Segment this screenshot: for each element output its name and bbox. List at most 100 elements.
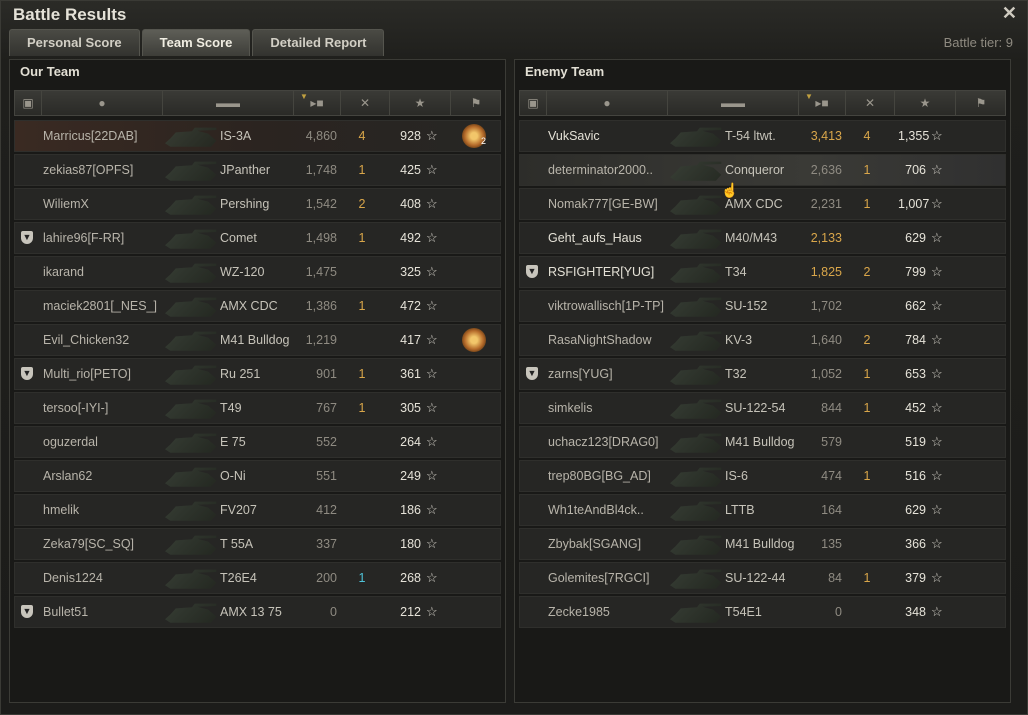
player-row[interactable]: ▼ Multi_rio[PETO] Ru 251 901 1 361 ☆ — [14, 358, 501, 390]
star-icon: ☆ — [931, 502, 943, 517]
tab-detailed-report[interactable]: Detailed Report — [252, 29, 385, 56]
tank-name: AMX 13 75 — [220, 605, 282, 619]
player-row[interactable]: ▼ Bullet51 AMX 13 75 0 212 ☆ — [14, 596, 501, 628]
tank-icon — [670, 161, 722, 181]
damage-value: 1,702 — [810, 299, 842, 313]
platoon-icon: ▼ — [21, 605, 33, 618]
player-row[interactable]: RasaNightShadow KV-3 1,640 2 784 ☆ — [519, 324, 1006, 356]
player-row[interactable]: Zeka79[SC_SQ] T 55A 337 180 ☆ — [14, 528, 501, 560]
damage-value: 474 — [821, 469, 842, 483]
star-icon: ☆ — [931, 298, 943, 313]
star-icon: ☆ — [931, 264, 943, 279]
player-row[interactable]: Geht_aufs_Haus M40/M43 2,133 629 ☆ — [519, 222, 1006, 254]
medal-column-icon[interactable]: ⚑ — [956, 91, 1006, 115]
player-name: viktrowallisch[1P-TP] — [548, 299, 664, 313]
player-row[interactable]: determinator2000.. Conqueror 2,636 1 706 ☆ — [519, 154, 1006, 186]
tank-icon — [165, 263, 217, 283]
player-name: tersoo[-IYI-] — [43, 401, 109, 415]
kills-value: 2 — [863, 333, 871, 347]
player-row[interactable]: Nomak777[GE-BW] AMX CDC 2,231 1 1,007 ☆ — [519, 188, 1006, 220]
tank-icon — [165, 365, 217, 385]
kills-value: 4 — [358, 129, 366, 143]
player-column-icon[interactable]: ● — [42, 91, 163, 115]
star-icon: ☆ — [931, 536, 943, 551]
xp-value: 629 — [905, 503, 926, 517]
player-row[interactable]: Wh1teAndBl4ck.. LTTB 164 629 ☆ — [519, 494, 1006, 526]
player-row[interactable]: zekias87[OPFS] JPanther 1,748 1 425 ☆ — [14, 154, 501, 186]
player-name: Golemites[7RGCI] — [548, 571, 650, 585]
player-row[interactable]: Arslan62 O-Ni 551 249 ☆ — [14, 460, 501, 492]
damage-value: 4,860 — [305, 129, 337, 143]
tab-team-score[interactable]: Team Score — [141, 29, 251, 56]
damage-value: 2,231 — [810, 197, 842, 211]
damage-value: 901 — [316, 367, 337, 381]
xp-column-icon[interactable]: ★ — [895, 91, 956, 115]
battle-results-window: Battle Results ✕ Personal Score Team Sco… — [0, 0, 1028, 715]
tank-name: Conqueror — [725, 163, 785, 177]
player-row[interactable]: simkelis SU-122-54 844 1 452 ☆ — [519, 392, 1006, 424]
player-name: Marricus[22DAB] — [43, 129, 138, 143]
kills-column-icon[interactable]: ✕ — [846, 91, 895, 115]
player-name: Bullet51 — [43, 605, 89, 619]
damage-value: 412 — [316, 503, 337, 517]
xp-value: 492 — [400, 231, 421, 245]
player-row[interactable]: trep80BG[BG_AD] IS-6 474 1 516 ☆ — [519, 460, 1006, 492]
medal-icon[interactable] — [462, 328, 486, 352]
star-icon: ☆ — [931, 400, 943, 415]
kills-column-icon[interactable]: ✕ — [341, 91, 390, 115]
player-row[interactable]: uchacz123[DRAG0] M41 Bulldog 579 519 ☆ — [519, 426, 1006, 458]
player-row[interactable]: Zbybak[SGANG] M41 Bulldog 135 366 ☆ — [519, 528, 1006, 560]
star-icon: ☆ — [426, 366, 438, 381]
kills-value: 1 — [358, 401, 366, 415]
player-row[interactable]: Golemites[7RGCI] SU-122-44 84 1 379 ☆ — [519, 562, 1006, 594]
player-row[interactable]: tersoo[-IYI-] T49 767 1 305 ☆ — [14, 392, 501, 424]
tank-column-icon[interactable]: ▬▬ — [668, 91, 799, 115]
player-row[interactable]: ▼ RSFIGHTER[YUG] T34 1,825 2 799 ☆ — [519, 256, 1006, 288]
damage-value: 579 — [821, 435, 842, 449]
platoon-column-icon[interactable]: ▣ — [15, 91, 42, 115]
player-row[interactable]: VukSavic T-54 ltwt. 3,413 4 1,355 ☆ — [519, 120, 1006, 152]
kills-value: 2 — [358, 197, 366, 211]
tank-icon — [165, 331, 217, 351]
xp-value: 662 — [905, 299, 926, 313]
player-row[interactable]: Zecke1985 T54E1 0 348 ☆ — [519, 596, 1006, 628]
player-row[interactable]: oguzerdal E 75 552 264 ☆ — [14, 426, 501, 458]
xp-column-icon[interactable]: ★ — [390, 91, 451, 115]
player-row[interactable]: WiliemX Pershing 1,542 2 408 ☆ — [14, 188, 501, 220]
player-row[interactable]: ▼ lahire96[F-RR] Comet 1,498 1 492 ☆ — [14, 222, 501, 254]
player-row[interactable]: Marricus[22DAB] IS-3A 4,860 4 928 ☆ 2 — [14, 120, 501, 152]
player-row[interactable]: Denis1224 T26E4 200 1 268 ☆ — [14, 562, 501, 594]
tab-bar: Personal Score Team Score Detailed Repor… — [9, 29, 386, 56]
xp-value: 516 — [905, 469, 926, 483]
player-row[interactable]: ▼ zarns[YUG] T32 1,052 1 653 ☆ — [519, 358, 1006, 390]
player-row[interactable]: viktrowallisch[1P-TP] SU-152 1,702 662 ☆ — [519, 290, 1006, 322]
player-row[interactable]: Evil_Chicken32 M41 Bulldog 1,219 417 ☆ — [14, 324, 501, 356]
medal-column-icon[interactable]: ⚑ — [451, 91, 501, 115]
player-name: Zecke1985 — [548, 605, 610, 619]
tank-column-icon[interactable]: ▬▬ — [163, 91, 294, 115]
player-column-icon[interactable]: ● — [547, 91, 668, 115]
player-row[interactable]: maciek2801[_NES_] AMX CDC 1,386 1 472 ☆ — [14, 290, 501, 322]
player-row[interactable]: ikarand WZ-120 1,475 325 ☆ — [14, 256, 501, 288]
damage-value: 1,052 — [810, 367, 842, 381]
tank-name: M41 Bulldog — [220, 333, 290, 347]
star-icon: ☆ — [426, 332, 438, 347]
star-icon: ☆ — [931, 570, 943, 585]
xp-value: 408 — [400, 197, 421, 211]
xp-value: 264 — [400, 435, 421, 449]
tank-icon — [165, 467, 217, 487]
star-icon: ☆ — [426, 434, 438, 449]
platoon-column-icon[interactable]: ▣ — [520, 91, 547, 115]
xp-value: 379 — [905, 571, 926, 585]
player-row[interactable]: hmelik FV207 412 186 ☆ — [14, 494, 501, 526]
tank-name: SU-152 — [725, 299, 768, 313]
star-icon: ☆ — [931, 434, 943, 449]
tank-name: JPanther — [220, 163, 271, 177]
kills-value: 1 — [358, 571, 366, 585]
star-icon: ☆ — [426, 230, 438, 245]
tab-personal-score[interactable]: Personal Score — [9, 29, 140, 56]
medal-icon[interactable]: 2 — [462, 124, 486, 148]
close-icon[interactable]: ✕ — [1002, 3, 1017, 24]
our-team-panel: Our Team ▣ ● ▬▬ ▸■ ✕ ★ ⚑ ▼ Marricus[22DA… — [9, 59, 506, 703]
tank-icon — [165, 433, 217, 453]
